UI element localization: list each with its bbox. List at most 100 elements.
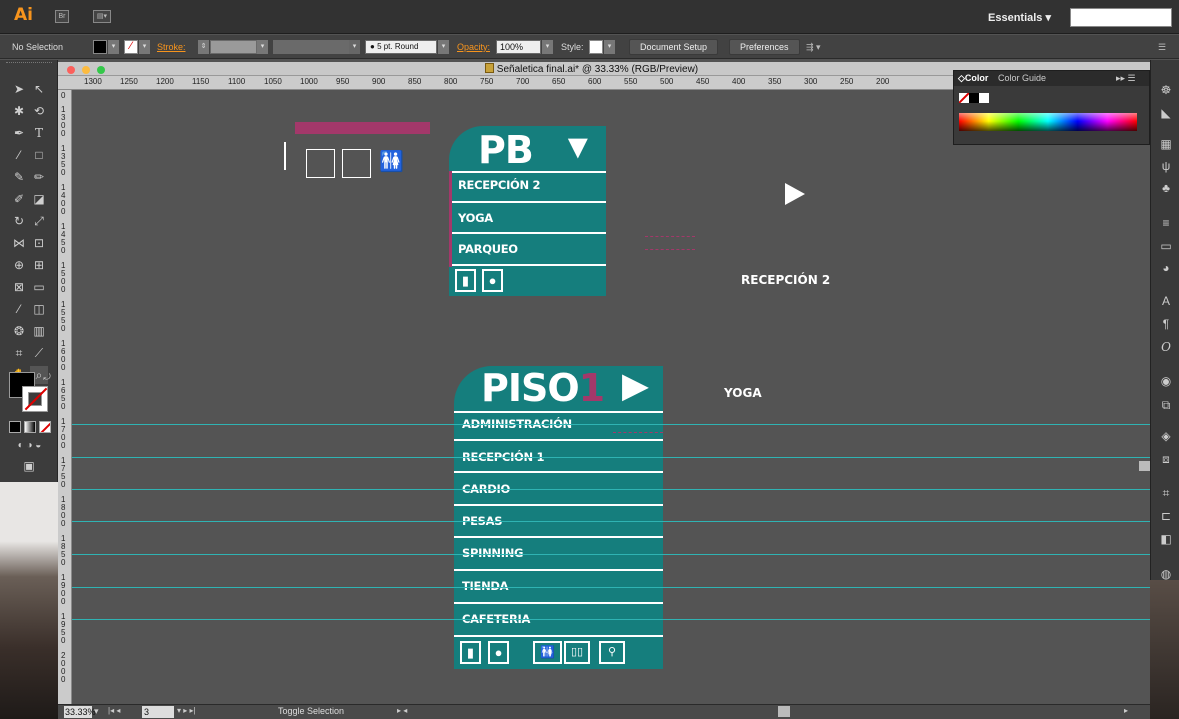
- guide-line[interactable]: [72, 587, 1150, 588]
- brush-dropdown[interactable]: ▾: [438, 40, 449, 54]
- appearance-icon[interactable]: ☸: [1158, 82, 1174, 98]
- rotate-tool-icon[interactable]: ↻: [10, 212, 28, 230]
- symbols-icon[interactable]: ♣: [1158, 180, 1174, 196]
- selection-tool-icon[interactable]: ➤: [10, 80, 28, 98]
- stroke-none-swatch[interactable]: ⁄: [124, 40, 138, 54]
- close-window-button[interactable]: [67, 66, 75, 74]
- width-tool-icon[interactable]: ⋈: [10, 234, 28, 252]
- graphic-styles-icon[interactable]: ◣: [1158, 105, 1174, 121]
- stroke-color-box[interactable]: [22, 386, 48, 412]
- pb-sign[interactable]: PB ▼ RECEPCIÓN 2 YOGA PARQUEO ▮ ●: [449, 126, 606, 296]
- variable-width-dropdown[interactable]: ▾: [349, 40, 360, 54]
- scale-tool-icon[interactable]: ⤢: [30, 212, 48, 230]
- color-spectrum[interactable]: [959, 113, 1137, 131]
- white-color-swatch[interactable]: [979, 93, 989, 103]
- tab-color-guide[interactable]: Color Guide: [998, 73, 1046, 83]
- arrange-icon[interactable]: ⇶ ▾: [806, 39, 821, 55]
- paragraph-icon[interactable]: ¶: [1158, 316, 1174, 332]
- restroom-icon[interactable]: 🚻: [377, 149, 406, 178]
- lasso-tool-icon[interactable]: ⟲: [30, 102, 48, 120]
- character-icon[interactable]: A: [1158, 293, 1174, 309]
- zoom-dropdown[interactable]: ▾: [94, 706, 99, 717]
- opacity-field[interactable]: 100%: [496, 40, 541, 54]
- opentype-icon[interactable]: O: [1158, 339, 1174, 355]
- links-icon[interactable]: ⧉: [1158, 397, 1174, 413]
- gradient-tool-icon[interactable]: ▭: [30, 278, 48, 296]
- gradient-icon[interactable]: ▭: [1158, 238, 1174, 254]
- workspace-switcher[interactable]: Essentials ▾: [988, 11, 1051, 24]
- status-menu-arrow[interactable]: ▸ ◂: [397, 706, 407, 715]
- free-transform-tool-icon[interactable]: ⊡: [30, 234, 48, 252]
- bridge-icon[interactable]: Br: [55, 10, 69, 23]
- blob-brush-tool-icon[interactable]: ✐: [10, 190, 28, 208]
- screen-mode-icon[interactable]: ▣: [20, 457, 38, 475]
- layers-icon[interactable]: ◈: [1158, 428, 1174, 444]
- opacity-label[interactable]: Opacity:: [457, 39, 490, 55]
- gradient-mode-icon[interactable]: [24, 421, 36, 433]
- empty-square-shape[interactable]: [306, 149, 335, 178]
- guide-line[interactable]: [72, 521, 1150, 522]
- magic-wand-tool-icon[interactable]: ✱: [10, 102, 28, 120]
- type-tool-icon[interactable]: T: [30, 124, 48, 142]
- paintbrush-tool-icon[interactable]: ✎: [10, 168, 28, 186]
- pen-tool-icon[interactable]: ✒: [10, 124, 28, 142]
- symbol-sprayer-tool-icon[interactable]: ❂: [10, 322, 28, 340]
- vertical-ruler[interactable]: 0 1300 1350 1400 1450 1500 1550 1600 165…: [58, 90, 72, 704]
- draw-mode-icons[interactable]: ◐ ◑ ◒: [7, 437, 52, 455]
- pathfinder-icon[interactable]: ◧: [1158, 531, 1174, 547]
- loose-text-recepcion[interactable]: RECEPCIÓN 2: [741, 273, 830, 287]
- variable-width-profile[interactable]: [273, 40, 349, 54]
- panel-menu-icon[interactable]: ☰: [1158, 39, 1166, 55]
- artboard-number-field[interactable]: 3: [142, 706, 174, 718]
- none-color-swatch[interactable]: [959, 93, 969, 103]
- panel-menu-icon[interactable]: ▸▸ ☰: [1116, 73, 1136, 84]
- pencil-tool-icon[interactable]: ✏: [30, 168, 48, 186]
- mesh-tool-icon[interactable]: ⊠: [10, 278, 28, 296]
- opacity-dropdown[interactable]: ▾: [542, 40, 553, 54]
- stroke-icon[interactable]: ≡: [1158, 215, 1174, 231]
- stroke-dropdown[interactable]: ▾: [139, 40, 150, 54]
- white-line-shape[interactable]: [284, 142, 286, 170]
- stroke-weight-field[interactable]: [210, 40, 257, 54]
- guide-line[interactable]: [72, 619, 1150, 620]
- column-graph-tool-icon[interactable]: ▥: [30, 322, 48, 340]
- eyedropper-tool-icon[interactable]: ⁄: [10, 300, 28, 318]
- empty-square-shape[interactable]: [342, 149, 371, 178]
- shape-builder-tool-icon[interactable]: ⊕: [10, 256, 28, 274]
- search-input[interactable]: [1070, 8, 1172, 27]
- arrange-documents-icon[interactable]: ▤▾: [93, 10, 111, 23]
- graphic-style-swatch[interactable]: [589, 40, 603, 54]
- swap-colors-icon[interactable]: ⤾: [38, 368, 56, 386]
- next-artboard-button[interactable]: ▾ ▸ ▸|: [177, 706, 196, 715]
- tab-color[interactable]: ◇Color: [958, 73, 988, 84]
- guide-line[interactable]: [72, 457, 1150, 458]
- brush-definition[interactable]: ● 5 pt. Round: [365, 40, 437, 54]
- guide-line[interactable]: [72, 424, 1150, 425]
- transparency-icon[interactable]: ◕: [1158, 260, 1174, 276]
- guide-line[interactable]: [72, 554, 1150, 555]
- stroke-weight-dropdown[interactable]: ▾: [257, 40, 268, 54]
- artboard-tool-icon[interactable]: ⌗: [10, 344, 28, 362]
- none-mode-icon[interactable]: [39, 421, 51, 433]
- zoom-window-button[interactable]: [97, 66, 105, 74]
- fill-swatch[interactable]: [93, 40, 107, 54]
- perspective-grid-tool-icon[interactable]: ⊞: [30, 256, 48, 274]
- toolbox-grip[interactable]: [6, 62, 52, 66]
- direct-selection-tool-icon[interactable]: ↖: [30, 80, 48, 98]
- magenta-bar-shape[interactable]: [295, 122, 430, 134]
- black-color-swatch[interactable]: [969, 93, 979, 103]
- right-arrow-shape[interactable]: [785, 183, 805, 205]
- loose-text-yoga[interactable]: YOGA: [724, 386, 762, 400]
- rectangle-tool-icon[interactable]: □: [30, 146, 48, 164]
- zoom-field[interactable]: 33.33%: [64, 706, 96, 718]
- transform-icon[interactable]: ⌗: [1158, 485, 1174, 501]
- swatches-icon[interactable]: ▦: [1158, 136, 1174, 152]
- minimize-window-button[interactable]: [82, 66, 90, 74]
- blend-tool-icon[interactable]: ◫: [30, 300, 48, 318]
- first-artboard-button[interactable]: |◂ ◂: [108, 706, 120, 715]
- guide-line[interactable]: [72, 489, 1150, 490]
- eraser-tool-icon[interactable]: ◪: [30, 190, 48, 208]
- preferences-button[interactable]: Preferences: [729, 39, 800, 55]
- align-icon[interactable]: ⊏: [1158, 508, 1174, 524]
- piso1-sign[interactable]: PISO1 ▶ ADMINISTRACIÓN RECEPCIÓN 1 CARDI…: [454, 366, 663, 669]
